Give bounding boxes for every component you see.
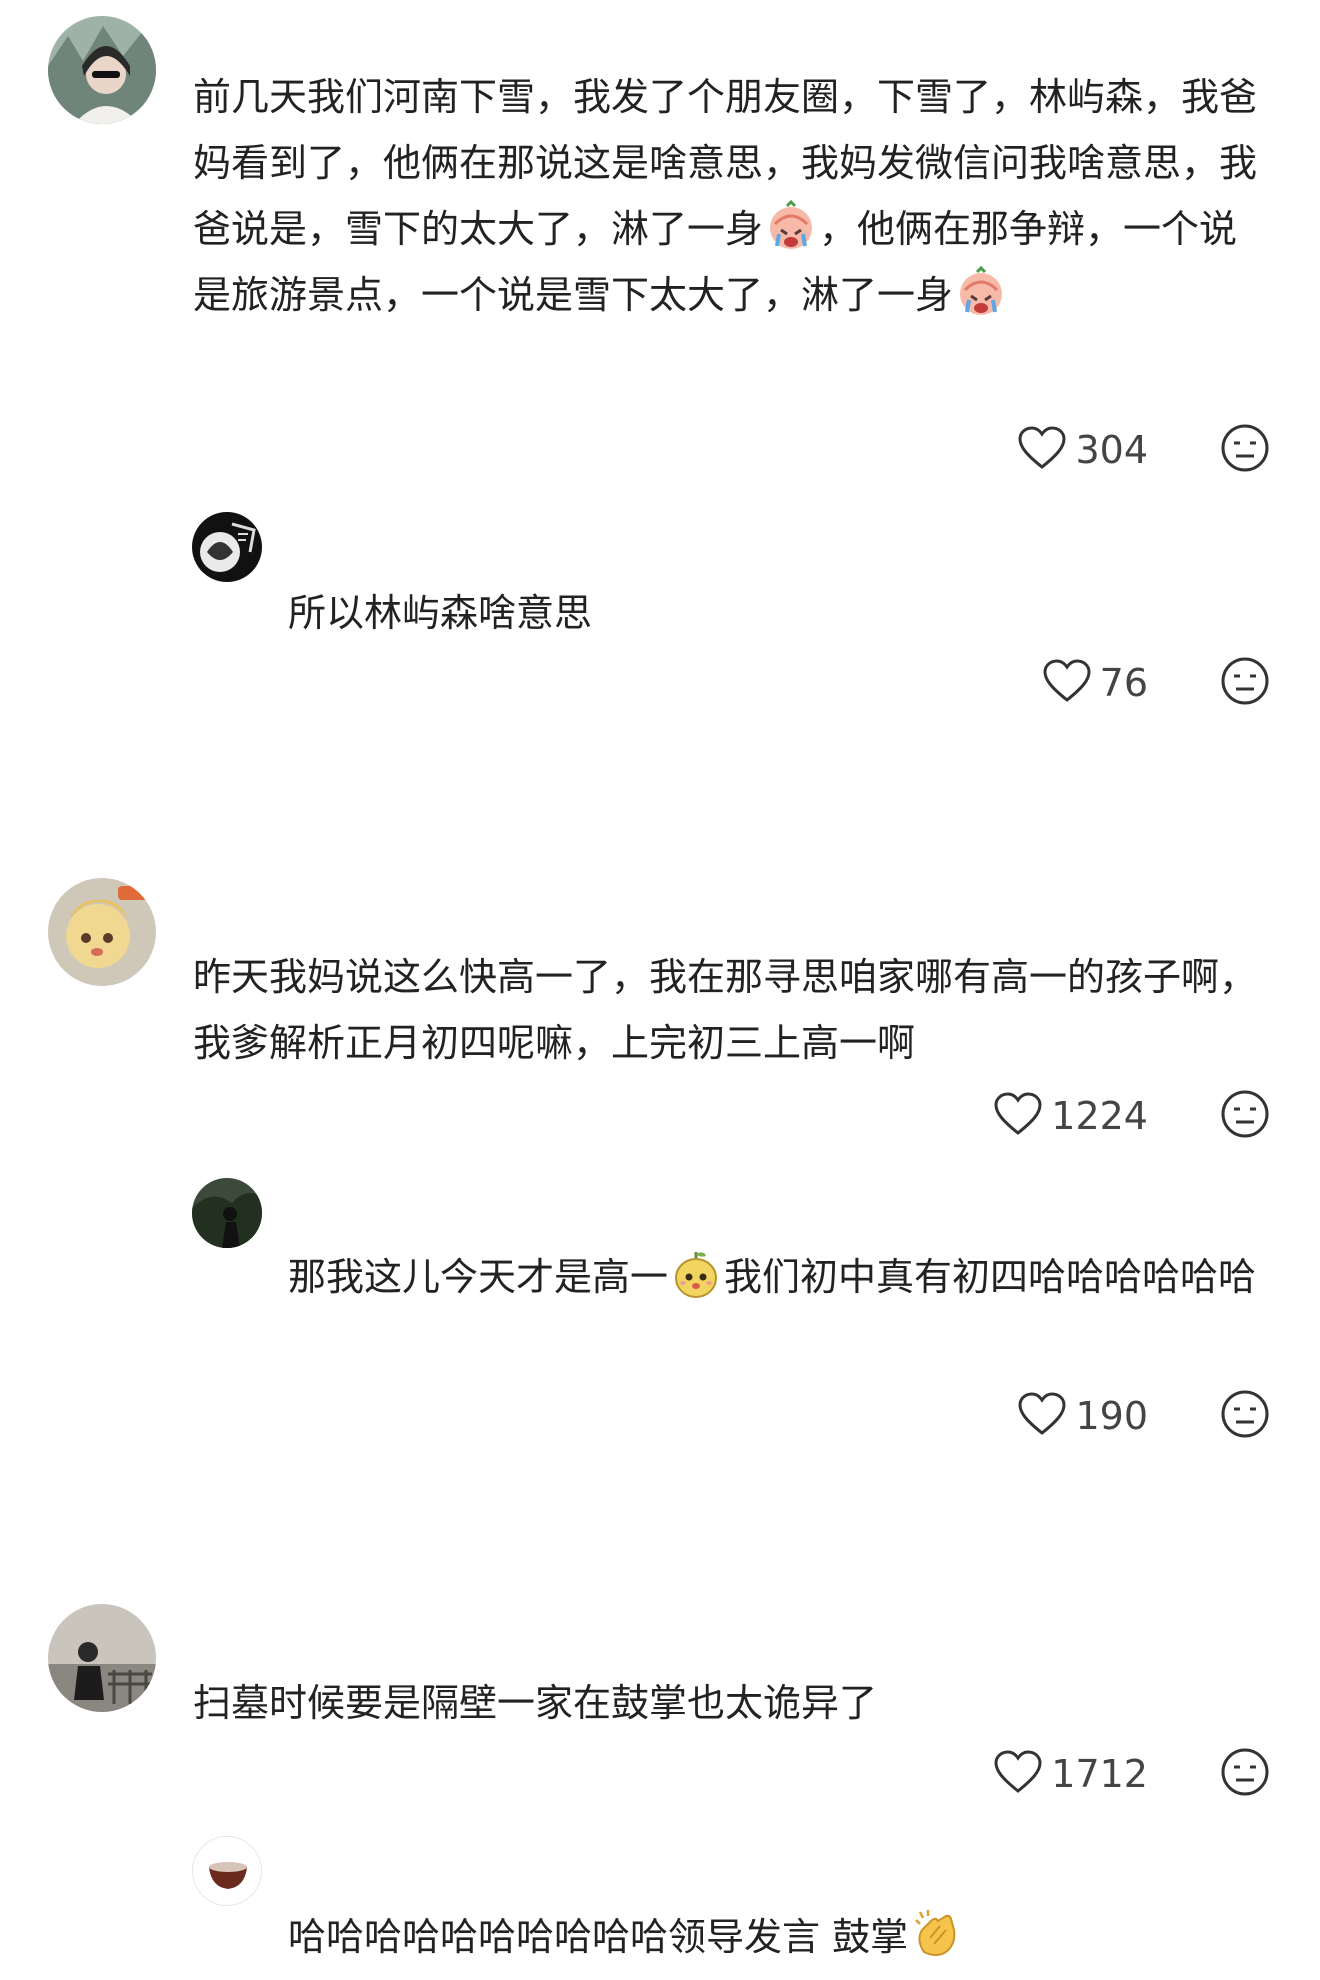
reply-text: 哈哈哈哈哈哈哈哈哈哈领导发言 鼓掌: [288, 1904, 1268, 1970]
heart-outline-icon: [993, 1749, 1043, 1799]
like-button[interactable]: 76: [1042, 658, 1148, 708]
comment-actions: 304: [1017, 420, 1270, 480]
like-count: 1224: [1051, 1094, 1148, 1138]
reply-avatar[interactable]: [192, 1178, 262, 1248]
heart-outline-icon: [993, 1091, 1043, 1141]
reply-actions: 190: [1017, 1386, 1270, 1446]
comment-text: 扫墓时候要是隔壁一家在鼓掌也太诡异了: [193, 1681, 878, 1725]
avatar[interactable]: [48, 16, 156, 124]
like-button[interactable]: 1224: [993, 1091, 1148, 1141]
reply-actions: 76: [1042, 653, 1270, 713]
like-button[interactable]: 304: [1017, 425, 1148, 475]
meh-face-icon[interactable]: [1220, 1389, 1270, 1443]
comment-text: 前几天我们河南下雪，我发了个朋友圈，下雪了，林屿森，我爸妈看到了，他俩在那说这是…: [193, 75, 1258, 318]
like-button[interactable]: 190: [1017, 1391, 1148, 1441]
meh-face-icon[interactable]: [1220, 423, 1270, 477]
avatar[interactable]: [48, 1604, 156, 1712]
reply-text: 所以林屿森啥意思: [288, 591, 593, 635]
meh-face-icon[interactable]: [1220, 1089, 1270, 1143]
heart-outline-icon: [1017, 1391, 1067, 1441]
crying-face-emoji: [765, 199, 817, 252]
comment-text: 昨天我妈说这么快高一了，我在那寻思咱家哪有高一的孩子啊，我爹解析正月初四呢嘛，上…: [193, 955, 1258, 1065]
like-count: 76: [1099, 661, 1148, 705]
comment-actions: 1712: [993, 1744, 1270, 1804]
like-button[interactable]: 1712: [993, 1749, 1148, 1799]
like-count: 304: [1075, 428, 1148, 472]
avatar[interactable]: [48, 878, 156, 986]
meh-face-icon[interactable]: [1220, 656, 1270, 710]
reply-avatar[interactable]: [192, 1836, 262, 1906]
like-count: 1712: [1051, 1752, 1148, 1796]
meh-face-icon[interactable]: [1220, 1747, 1270, 1801]
like-count: 190: [1075, 1394, 1148, 1438]
clapping-hands-emoji: [910, 1908, 962, 1960]
reply-avatar[interactable]: [192, 512, 262, 582]
cute-pear-emoji: [670, 1248, 722, 1300]
reply-text: 那我这儿今天才是高一 我们初中真有初四哈哈哈哈哈哈: [288, 1244, 1268, 1310]
heart-outline-icon: [1017, 425, 1067, 475]
comment-actions: 1224: [993, 1086, 1270, 1146]
crying-face-emoji: [955, 265, 1007, 318]
heart-outline-icon: [1042, 658, 1092, 708]
